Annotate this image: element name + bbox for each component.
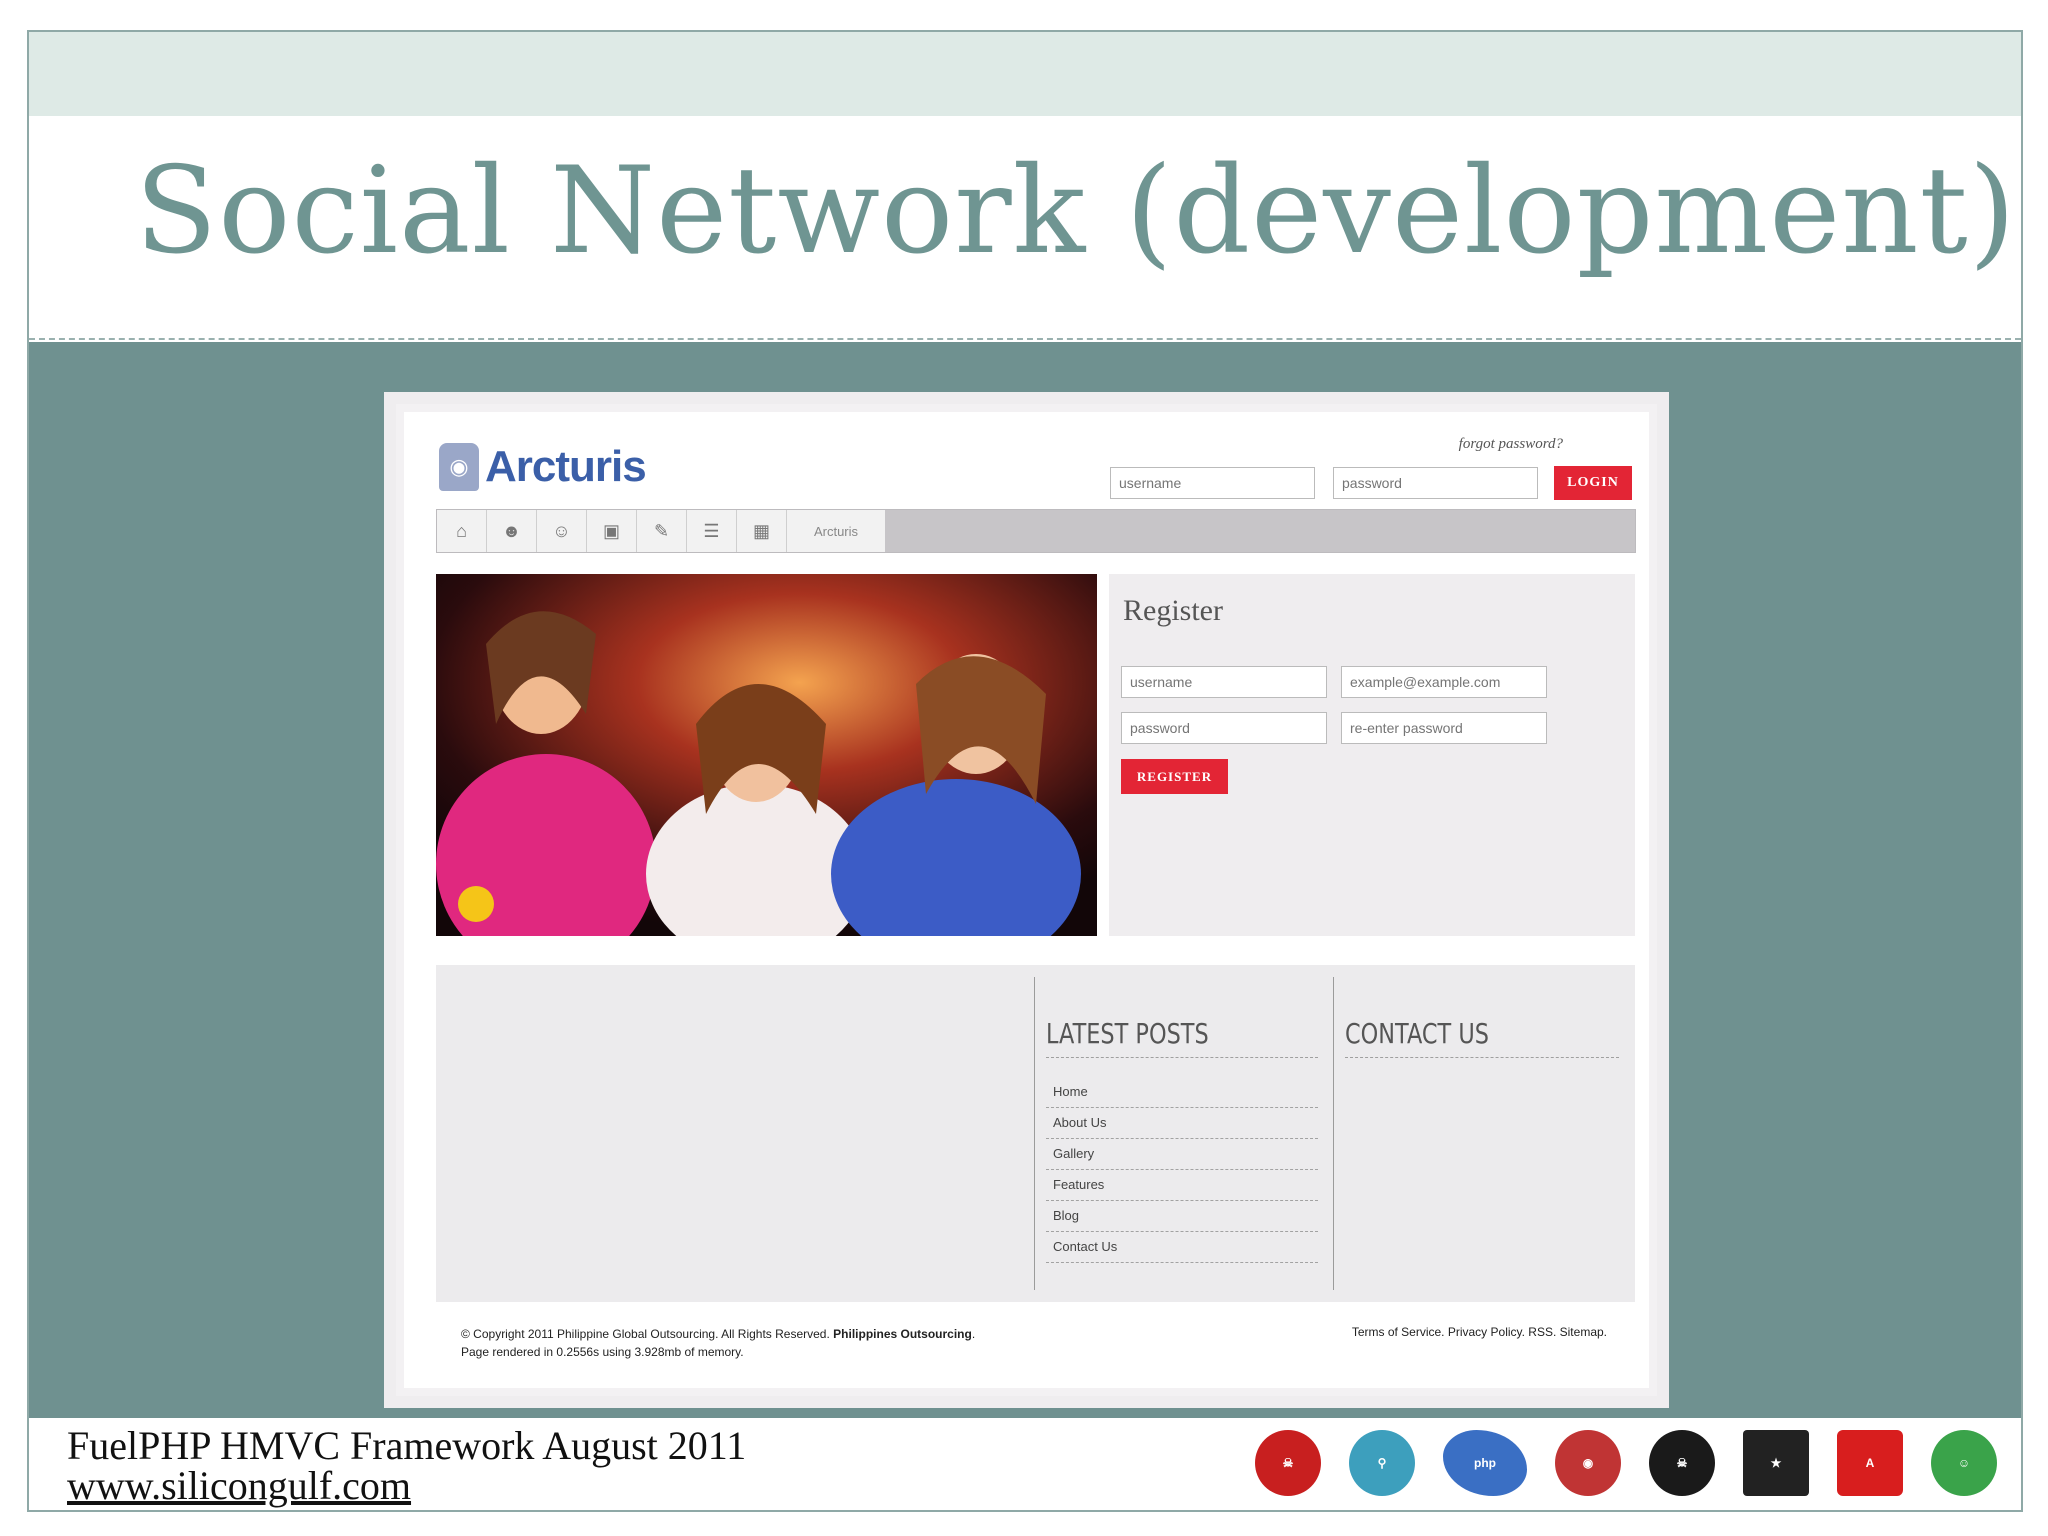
heading-rule xyxy=(1046,1057,1318,1058)
register-panel: Register REGISTER xyxy=(1109,574,1635,936)
render-stats: Page rendered in 0.2556s using 3.928mb o… xyxy=(461,1345,744,1359)
book-icon[interactable]: ▦ xyxy=(737,510,787,552)
skull-logo: ☠ xyxy=(1649,1430,1715,1496)
login-username-input[interactable] xyxy=(1110,467,1315,499)
users-icon[interactable]: ☺ xyxy=(537,510,587,552)
kickstart-logo: ★ xyxy=(1743,1430,1809,1496)
copyright-link[interactable]: Philippines Outsourcing xyxy=(833,1327,972,1341)
footer-line-2[interactable]: www.silicongulf.com xyxy=(67,1462,411,1509)
latest-posts-heading: LATEST POSTS xyxy=(1046,1017,1209,1050)
screenshot-area: ◉ Arcturis forgot password? LOGIN ⌂ ☻ ☺ … xyxy=(29,342,2021,1418)
slide-header-band xyxy=(29,32,2021,116)
sniper-thermos-logo: ☠ xyxy=(1255,1430,1321,1496)
list-item[interactable]: Blog xyxy=(1046,1201,1318,1232)
footer-widgets: LATEST POSTS Home About Us Gallery Featu… xyxy=(436,965,1635,1302)
home-icon[interactable]: ⌂ xyxy=(437,510,487,552)
column-divider xyxy=(1034,977,1035,1290)
slide-frame: Social Network (development) ◉ Arcturis … xyxy=(27,30,2023,1512)
register-title: Register xyxy=(1123,594,1223,627)
image-icon[interactable]: ▣ xyxy=(587,510,637,552)
copyright-suffix: . xyxy=(971,1327,976,1341)
latest-posts-list: Home About Us Gallery Features Blog Cont… xyxy=(1046,1077,1318,1263)
php-logo: php xyxy=(1443,1430,1527,1496)
column-divider xyxy=(1333,977,1334,1290)
website-screenshot: ◉ Arcturis forgot password? LOGIN ⌂ ☻ ☺ … xyxy=(384,392,1669,1408)
list-item[interactable]: About Us xyxy=(1046,1108,1318,1139)
legal-links[interactable]: Terms of Service. Privacy Policy. RSS. S… xyxy=(1352,1325,1607,1339)
adobe-user-group-logo: A xyxy=(1837,1430,1903,1496)
forgot-password-link[interactable]: forgot password? xyxy=(1459,436,1563,453)
copyright-prefix: © Copyright 2011 Philippine Global Outso… xyxy=(461,1327,830,1341)
bear-icon: ◉ xyxy=(439,443,479,491)
login-button[interactable]: LOGIN xyxy=(1554,466,1632,500)
hero-photo xyxy=(436,574,1097,936)
copyright-text: © Copyright 2011 Philippine Global Outso… xyxy=(461,1325,975,1361)
red-shield-logo: ◉ xyxy=(1555,1430,1621,1496)
website-page: ◉ Arcturis forgot password? LOGIN ⌂ ☻ ☺ … xyxy=(404,412,1649,1388)
brand-name: Arcturis xyxy=(485,442,647,491)
login-password-input[interactable] xyxy=(1333,467,1538,499)
slide-footer: FuelPHP HMVC Framework August 2011 www.s… xyxy=(29,1418,2021,1510)
register-username-input[interactable] xyxy=(1121,666,1327,698)
sponsor-logos: ☠ ⚲ php ◉ ☠ ★ A ☺ xyxy=(1255,1430,1997,1496)
list-item[interactable]: Home xyxy=(1046,1077,1318,1108)
party-photo xyxy=(436,574,1097,936)
register-password-input[interactable] xyxy=(1121,712,1327,744)
list-item[interactable]: Contact Us xyxy=(1046,1232,1318,1263)
register-email-input[interactable] xyxy=(1341,666,1547,698)
nav-item-arcturis[interactable]: Arcturis xyxy=(787,510,885,552)
list-icon[interactable]: ☰ xyxy=(687,510,737,552)
edit-icon[interactable]: ✎ xyxy=(637,510,687,552)
silicongulf-logo: ⚲ xyxy=(1349,1430,1415,1496)
register-reenter-password-input[interactable] xyxy=(1341,712,1547,744)
list-item[interactable]: Features xyxy=(1046,1170,1318,1201)
register-button[interactable]: REGISTER xyxy=(1121,759,1228,794)
nav-bar: ⌂ ☻ ☺ ▣ ✎ ☰ ▦ Arcturis xyxy=(436,509,1636,553)
list-item[interactable]: Gallery xyxy=(1046,1139,1318,1170)
contact-us-heading: CONTACT US xyxy=(1345,1017,1489,1050)
slide-title: Social Network (development) xyxy=(135,142,2017,281)
user-icon[interactable]: ☻ xyxy=(487,510,537,552)
slide-divider xyxy=(29,338,2021,340)
green-face-logo: ☺ xyxy=(1931,1430,1997,1496)
site-logo[interactable]: ◉ Arcturis xyxy=(439,442,647,492)
heading-rule xyxy=(1345,1057,1619,1058)
